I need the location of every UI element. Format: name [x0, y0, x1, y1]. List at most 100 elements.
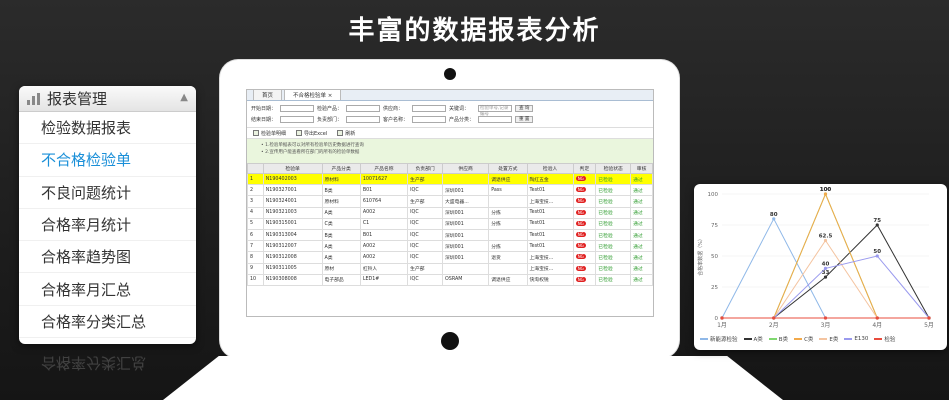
table-row[interactable]: 6 N190313004 B类 B01 IQC 深圳001 Test01 NG 已检验 通过 — [247, 228, 653, 242]
table-row[interactable]: 3 N190324001 原材料 610764 生产部 大盛电器... 上海宝技... NG 已… — [247, 195, 653, 208]
table-cell: OSRAM — [441, 273, 490, 286]
table-cell: NG — [572, 172, 597, 186]
menu-item-2[interactable]: 不合格检验单 — [19, 144, 196, 177]
legend-swatch — [844, 338, 853, 340]
menu-title: 报表管理 — [47, 90, 108, 108]
filter-input[interactable] — [346, 104, 380, 112]
table-cell: N190312008 — [262, 251, 323, 264]
ng-badge: NG — [575, 254, 586, 260]
menu-header[interactable]: 报表管理 ▲ — [19, 86, 196, 112]
toolbar-label: 检验单明细 — [261, 130, 287, 137]
menu-item-4[interactable]: 合格率月统计 — [19, 209, 196, 242]
table-cell: 8 — [247, 251, 264, 264]
table-cell: Test01 — [526, 228, 574, 242]
toolbar-icon — [337, 130, 344, 136]
table-cell: NG — [572, 251, 597, 264]
ng-badge: NG — [575, 265, 586, 271]
filter-label: 开始日期： — [251, 105, 277, 112]
table-cell: A002 — [359, 206, 409, 219]
tab-1[interactable]: 首页 — [253, 90, 283, 100]
toolbar-label: 刷新 — [345, 130, 356, 137]
legend-item[interactable]: A类 — [743, 335, 763, 343]
series-line-5 — [722, 239, 929, 319]
menu-item-3[interactable]: 不良问题统计 — [19, 177, 196, 209]
x-tick-label: 2月 — [769, 322, 779, 329]
table-cell: B类 — [321, 184, 361, 197]
table-cell: 分拣 — [488, 240, 528, 253]
legend-item[interactable]: 检验 — [874, 335, 895, 343]
filter-label: 关键词： — [449, 105, 470, 112]
table-cell: 通过 — [630, 251, 653, 264]
legend-item[interactable]: E130 — [844, 335, 868, 343]
tab-2[interactable]: 不合格检验单 × — [284, 90, 342, 100]
laptop-base — [163, 356, 783, 400]
menu-item-7[interactable]: 合格率分类汇总 — [19, 306, 196, 339]
table-row[interactable]: 10 N190308008 电子部品 LED1# IQC OSRAM 调退供应 快淘权锐 NG 已… — [247, 273, 653, 286]
table-row[interactable]: 7 N190312007 A类 A002 IQC 深圳001 分拣 Test01 NG 已检验 通过 — [247, 240, 653, 253]
chevron-up-icon[interactable]: ▲ — [180, 92, 188, 103]
table-cell: 已检验 — [595, 206, 632, 219]
table-cell — [441, 262, 490, 275]
table-row[interactable]: 4 N190321003 A类 A002 IQC 深圳001 分拣 Test01 NG 已检验 通过 — [247, 206, 653, 219]
ng-badge: NG — [575, 232, 586, 238]
table-cell: NG — [572, 240, 597, 253]
table-row[interactable]: 1 N190402003 原材料 10071627 生产部 调退供应 陶红五金 NG 已检验 通过 — [247, 172, 653, 186]
pass-rate-chart: 0 25 50 75 100 1月 2月 3月 4月 5月 合格率数据（%） 80 33 75 100 100… — [694, 184, 947, 350]
legend-item[interactable]: B类 — [768, 335, 788, 343]
ng-badge: NG — [575, 276, 586, 282]
filter-label: 负责部门： — [317, 116, 343, 123]
report-menu: 报表管理 ▲ 检验数据报表 不合格检验单 不良问题统计 合格率月统计 合格率趋势图 合格率… — [19, 86, 196, 344]
reset-button[interactable]: 重 置 — [515, 115, 534, 123]
table-cell: N190327001 — [262, 184, 323, 197]
x-tick-label: 1月 — [717, 322, 727, 329]
toolbar-1[interactable]: 检验单明细 — [253, 130, 286, 137]
table-cell: 通过 — [630, 217, 653, 230]
table-row[interactable]: 9 N190311005 原材 杠铃人 生产部 上海宝技... NG 已检验 通过 — [247, 262, 653, 275]
filter-input[interactable] — [412, 115, 446, 123]
filter-label: 检验产品： — [317, 105, 343, 112]
table-cell: 调退供应 — [488, 172, 528, 186]
table-cell: 深圳001 — [441, 184, 490, 197]
menu-item-6[interactable]: 合格率月汇总 — [19, 273, 196, 306]
menu-item-5[interactable]: 合格率趋势图 — [19, 241, 196, 274]
table-row[interactable]: 2 N190327001 B类 B01 IQC 深圳001 Pass Test01 NG 已检验通… — [247, 184, 653, 197]
table-cell: 通过 — [630, 184, 653, 197]
legend-item[interactable]: 新能源检验 — [700, 335, 738, 343]
table-cell: 6 — [247, 228, 264, 242]
table-cell: 原材料 — [321, 172, 361, 186]
filter-input[interactable] — [478, 115, 512, 123]
table-cell: 深圳001 — [441, 206, 490, 219]
table-cell: 生产部 — [407, 172, 443, 186]
filter-label: 结束日期： — [251, 116, 277, 123]
filter-input[interactable] — [280, 104, 314, 112]
table-cell: 退货 — [488, 251, 528, 264]
table-cell: N190324001 — [262, 195, 323, 208]
column-header: 处置方式 — [488, 163, 528, 174]
legend-label: 检验 — [884, 337, 896, 343]
menu-item-1[interactable]: 检验数据报表 — [19, 112, 196, 145]
filter-input[interactable] — [412, 104, 446, 112]
filter-label: 供应商： — [383, 105, 404, 112]
filter-input[interactable]: 检验单号,记录编号 — [478, 104, 512, 117]
table-row[interactable]: 5 N190315001 C类 C1 IQC 深圳001 分拣 Test01 NG 已检验 通过 — [247, 217, 653, 230]
legend-swatch — [768, 338, 777, 340]
table-cell: A002 — [359, 240, 409, 253]
column-header: 负责部门 — [407, 163, 443, 174]
table-cell: 10071627 — [359, 172, 409, 186]
filter-input[interactable] — [346, 115, 380, 123]
toolbar-3[interactable]: 刷新 — [337, 130, 355, 137]
table-row[interactable]: 8 N190312008 A类 A002 IQC 深圳001 退货 上海宝技... NG 已检验通… — [247, 251, 653, 264]
filter-input[interactable] — [280, 115, 314, 123]
table-cell: Pass — [488, 184, 528, 197]
table-cell: 已检验 — [595, 228, 632, 242]
toolbar-2[interactable]: 导出Excel — [296, 130, 327, 137]
legend-item[interactable]: C类 — [794, 335, 813, 343]
table-cell: Test01 — [526, 206, 574, 219]
query-button[interactable]: 查 询 — [515, 104, 534, 112]
legend-item[interactable]: E类 — [819, 335, 838, 343]
table-cell: 已检验 — [595, 251, 632, 264]
table-cell: 原材 — [321, 262, 361, 275]
y-axis-label: 合格率数据（%） — [697, 236, 704, 276]
table-cell: B01 — [359, 184, 409, 197]
table-cell: 已检验 — [595, 217, 632, 230]
